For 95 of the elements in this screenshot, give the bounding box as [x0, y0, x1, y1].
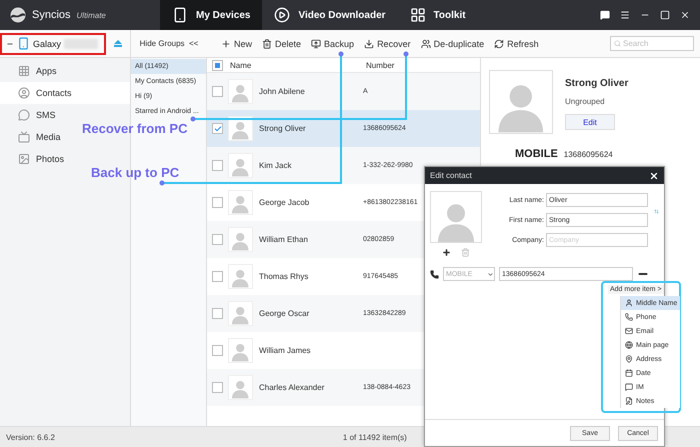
logo-icon	[10, 7, 26, 23]
contact-group: Ungrouped	[565, 97, 628, 106]
avatar-icon	[231, 342, 250, 362]
person-icon	[18, 87, 30, 99]
calendar-icon	[625, 369, 633, 377]
avatar-icon	[231, 83, 250, 103]
avatar-icon	[231, 120, 250, 140]
name-cell-text: Strong Oliver	[258, 124, 307, 133]
device-name: Galaxy	[33, 38, 62, 48]
avatar-icon	[231, 194, 250, 214]
row-checkbox[interactable]	[212, 86, 223, 97]
chat-icon	[18, 109, 30, 121]
name-cell-text: George Oscar	[258, 309, 310, 318]
select-all-checkbox[interactable]	[212, 60, 223, 70]
maximize-icon[interactable]	[660, 10, 670, 20]
people-icon	[420, 38, 431, 48]
name-cell-text: Kim Jack	[258, 161, 292, 170]
image-icon	[18, 153, 30, 165]
menu-icon[interactable]	[620, 10, 630, 20]
row-checkbox[interactable]	[212, 123, 223, 134]
globe-icon	[625, 341, 633, 349]
toolbar-button[interactable]: Backup	[311, 38, 354, 48]
toolbar-button[interactable]: Refresh	[494, 38, 539, 48]
avatar-icon	[231, 231, 250, 251]
row-checkbox[interactable]	[212, 345, 223, 356]
nav-tab[interactable]: Video Downloader	[262, 0, 398, 30]
app-edition: Ultimate	[76, 10, 106, 20]
sidebar-item[interactable]: Apps	[0, 60, 65, 82]
tv-icon	[18, 131, 30, 143]
toolbar-button[interactable]: De-duplicate	[420, 38, 484, 48]
close-icon[interactable]	[649, 170, 659, 180]
download-icon	[364, 38, 374, 48]
caret-icon	[487, 270, 494, 278]
phone-label: MOBILE	[515, 148, 558, 160]
avatar-icon	[231, 305, 250, 325]
contact-name: Strong Oliver	[565, 78, 628, 89]
column-header: Name	[229, 60, 252, 70]
toolbar-button[interactable]: Recover	[364, 38, 411, 48]
version-text: Version: 6.6.2	[6, 432, 55, 442]
notes-icon	[625, 397, 633, 405]
pin-icon	[625, 355, 633, 363]
avatar-icon	[231, 379, 250, 399]
toolbar-button[interactable]: Delete	[262, 38, 302, 48]
name-cell-text: John Abilene	[258, 87, 306, 96]
row-checkbox[interactable]	[212, 234, 223, 245]
row-checkbox[interactable]	[212, 382, 223, 393]
smartphone-icon	[172, 7, 188, 23]
phone-number: 13686095624	[564, 150, 613, 159]
row-checkbox[interactable]	[212, 197, 223, 208]
name-cell-text: William James	[258, 346, 312, 355]
person-icon	[625, 299, 633, 307]
avatar-icon	[231, 157, 250, 177]
grid-icon	[18, 65, 30, 77]
plus-icon	[221, 38, 231, 48]
hide-groups-button[interactable]: Hide Groups <<	[130, 30, 207, 58]
sidebar-item[interactable]: SMS	[0, 104, 64, 126]
eject-icon[interactable]	[114, 40, 122, 47]
sidebar-item[interactable]: Photos	[0, 148, 72, 170]
trash-icon[interactable]	[461, 248, 470, 257]
avatar-icon	[231, 268, 250, 288]
chat-icon	[625, 383, 633, 391]
trash-icon	[262, 38, 272, 48]
nav-tab[interactable]: Toolkit	[398, 0, 478, 30]
row-checkbox[interactable]	[212, 308, 223, 319]
dialog-title: Edit contact	[430, 171, 472, 180]
plus-icon[interactable]	[442, 248, 451, 257]
row-checkbox[interactable]	[212, 271, 223, 282]
smartphone-icon	[17, 37, 30, 50]
check-icon	[214, 124, 222, 132]
app-name: Syncios	[32, 9, 71, 21]
phone-icon	[625, 313, 633, 321]
name-cell-text: William Ethan	[258, 235, 309, 244]
column-header: Number	[366, 60, 394, 70]
swap-icon[interactable]	[654, 207, 659, 216]
search-icon	[614, 40, 621, 47]
edit-button[interactable]: Edit	[565, 114, 615, 130]
grid-icon	[410, 7, 426, 23]
annotation-text: Back up to PC	[91, 165, 180, 180]
phone-icon	[430, 270, 439, 278]
row-checkbox[interactable]	[212, 160, 223, 171]
close-icon[interactable]	[680, 10, 690, 20]
name-cell-text: Charles Alexander	[258, 383, 326, 392]
mail-icon	[625, 327, 633, 335]
refresh-icon	[494, 38, 504, 48]
sidebar-item[interactable]: Media	[0, 126, 69, 148]
feedback-icon[interactable]	[600, 10, 610, 20]
item-count: 1 of 11492 item(s)	[342, 432, 407, 442]
name-cell-text: George Jacob	[258, 198, 310, 207]
monitor-icon	[311, 38, 322, 48]
device-selector[interactable]: Galaxy	[0, 32, 106, 54]
play-icon	[274, 7, 290, 23]
annotation-text: Recover from PC	[82, 121, 188, 136]
nav-tab[interactable]: My Devices	[160, 0, 262, 30]
name-cell-text: Thomas Rhys	[258, 272, 310, 281]
toolbar-button[interactable]: New	[221, 38, 252, 48]
